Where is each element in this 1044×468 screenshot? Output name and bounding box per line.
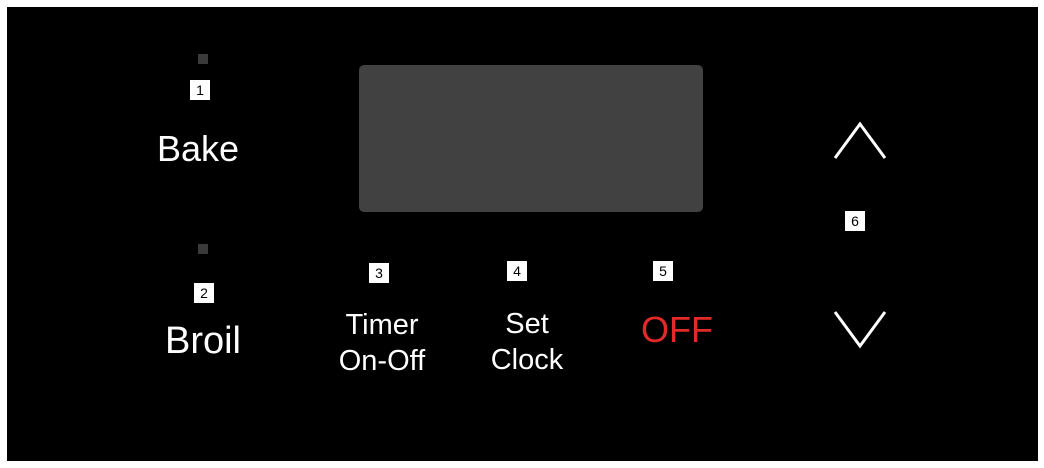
oven-control-panel: 1 Bake 2 Broil 3 Timer On-Off 4 Set Cloc… — [7, 7, 1038, 461]
bake-indicator-light — [198, 54, 208, 64]
broil-button[interactable]: Broil — [143, 318, 263, 364]
set-clock-button[interactable]: Set Clock — [467, 306, 587, 378]
arrows-number-tag: 6 — [845, 211, 865, 231]
set-clock-number-tag: 4 — [507, 261, 527, 281]
broil-label: Broil — [164, 320, 242, 362]
display-screen — [359, 65, 703, 212]
timer-label-line1: Timer — [345, 309, 419, 341]
chevron-down-icon[interactable] — [833, 310, 887, 350]
timer-number-tag: 3 — [369, 263, 389, 283]
broil-number-tag: 2 — [194, 283, 214, 303]
bake-label: Bake — [156, 128, 240, 169]
bake-number-tag: 1 — [190, 80, 210, 100]
off-button[interactable]: OFF — [627, 308, 727, 352]
set-clock-label-line1: Set — [505, 308, 549, 340]
off-label: OFF — [641, 309, 713, 350]
chevron-up-icon[interactable] — [833, 120, 887, 160]
broil-indicator-light — [198, 244, 208, 254]
timer-label-line2: On-Off — [338, 345, 426, 377]
bake-button[interactable]: Bake — [143, 127, 253, 171]
set-clock-label-line2: Clock — [490, 344, 564, 376]
timer-on-off-button[interactable]: Timer On-Off — [317, 307, 447, 379]
off-number-tag: 5 — [653, 261, 673, 281]
